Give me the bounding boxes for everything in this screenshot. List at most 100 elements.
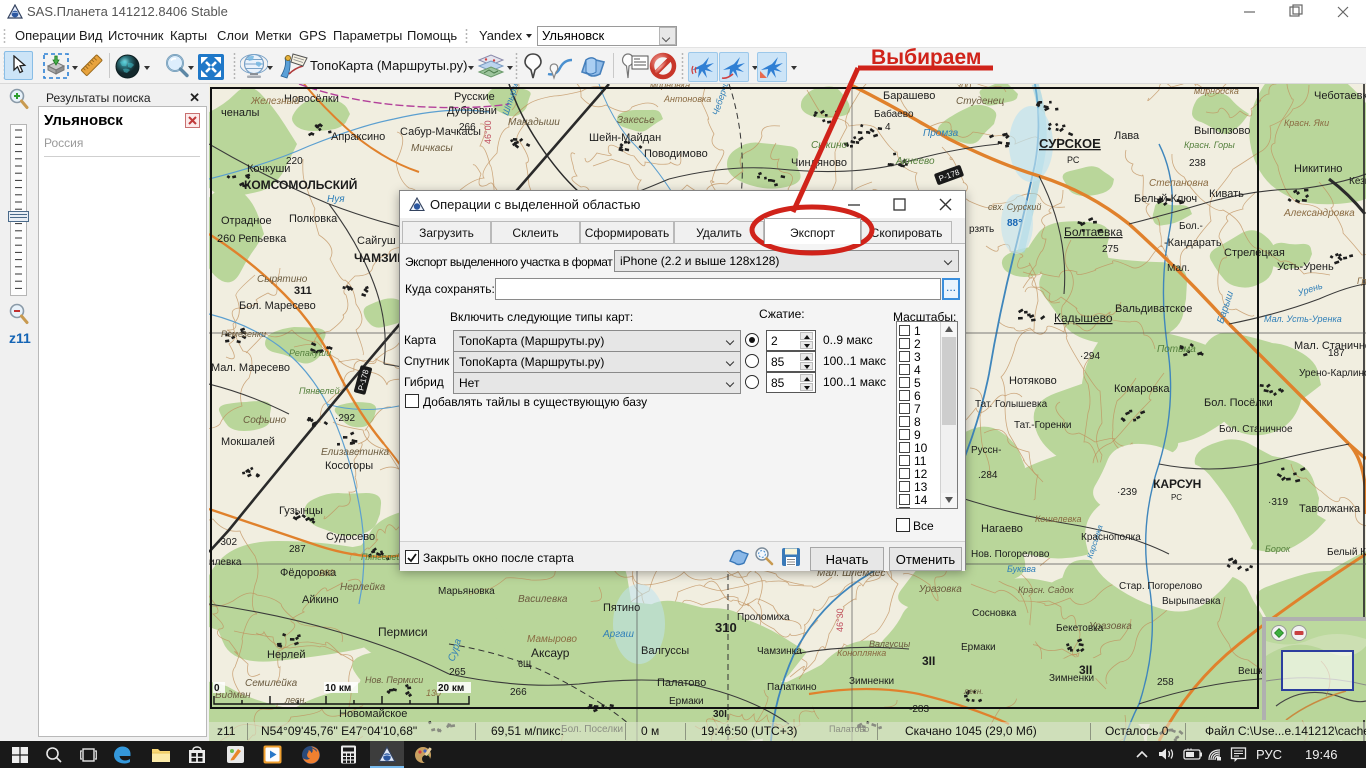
svg-text:Ермаки: Ермаки: [961, 642, 996, 653]
svg-text:Репакуши: Репакуши: [289, 348, 331, 358]
svg-text:Василевка: Василевка: [518, 594, 568, 605]
svg-text:Мамырово: Мамырово: [527, 634, 577, 645]
svg-text:Нерлейка: Нерлейка: [340, 582, 386, 593]
svg-text:Нов. Пермиси: Нов. Пермиси: [365, 675, 423, 685]
svg-text:Борок: Борок: [1265, 544, 1291, 554]
svg-text:Айкино: Айкино: [302, 594, 339, 606]
svg-text:Русские: Русские: [454, 91, 495, 103]
svg-text:Палатово: Палатово: [657, 677, 706, 689]
svg-text:Косогоры: Косогоры: [325, 460, 373, 472]
svg-text:Руссн-: Руссн-: [971, 445, 1001, 456]
svg-text:Бол. Посёлки: Бол. Посёлки: [1204, 397, 1273, 409]
svg-text:Дубровни: Дубровни: [447, 105, 497, 117]
svg-text:88°: 88°: [1007, 218, 1022, 229]
svg-text:·239: ·239: [1117, 487, 1137, 498]
svg-text:Кадышево: Кадышево: [1054, 311, 1113, 325]
svg-text:Чиндяново: Чиндяново: [791, 157, 847, 169]
svg-text:Чеботаевка: Чеботаевка: [1314, 90, 1366, 102]
svg-text:46°00: 46°00: [483, 120, 493, 144]
svg-text:ченалы: ченалы: [221, 107, 259, 119]
svg-text:Тат.-Горенки: Тат.-Горенки: [1014, 420, 1072, 431]
svg-text:Елизаветинка: Елизаветинка: [321, 447, 390, 458]
svg-text:Сайгуш: Сайгуш: [357, 235, 396, 247]
svg-text:Поводимово: Поводимово: [644, 148, 708, 160]
svg-text:Кочкуши: Кочкуши: [247, 163, 290, 175]
svg-text:·294: ·294: [1080, 351, 1100, 362]
svg-text:Мал. Усть-Уренка: Мал. Усть-Уренка: [1264, 314, 1342, 324]
svg-text:Бабаево: Бабаево: [874, 108, 914, 120]
svg-text:-Кандарать: -Кандарать: [1164, 237, 1222, 249]
svg-text:-302: -302: [217, 537, 237, 548]
svg-text:Шейн-Майдан: Шейн-Майдан: [589, 132, 661, 144]
svg-text:3ΙΙ: 3ΙΙ: [1079, 663, 1092, 677]
svg-text:Полковка: Полковка: [289, 213, 338, 225]
svg-text:Железный: Железный: [250, 96, 300, 107]
svg-text:0: 0: [214, 683, 220, 694]
svg-text:Красн. Горы: Красн. Горы: [1184, 140, 1235, 150]
svg-text:Букава: Букава: [1007, 564, 1036, 574]
svg-text:СУРСКОЕ: СУРСКОЕ: [1039, 136, 1101, 151]
svg-text:3ΙΙ: 3ΙΙ: [922, 654, 935, 668]
svg-text:265: 265: [449, 667, 466, 678]
svg-text:Красн. Яки: Красн. Яки: [1284, 118, 1329, 128]
svg-text:Бекетовка: Бекетовка: [1056, 623, 1104, 634]
svg-text:Проломиха: Проломиха: [737, 612, 790, 623]
svg-text:30Ι: 30Ι: [713, 709, 727, 720]
svg-text:илевка: илевка: [209, 557, 242, 568]
svg-text:Таволжанка: Таволжанка: [1299, 503, 1361, 515]
svg-text:Александровка: Александровка: [1283, 208, 1355, 219]
svg-text:Лава: Лава: [1114, 130, 1140, 142]
svg-text:275: 275: [1102, 244, 1119, 255]
svg-text:6Щ: 6Щ: [518, 659, 532, 669]
svg-text:Мокшалей: Мокшалей: [221, 436, 275, 448]
svg-text:свх. Сурский: свх. Сурский: [988, 202, 1041, 212]
svg-text:Краснополка: Краснополка: [1081, 532, 1141, 543]
svg-text:Пянвелей: Пянвелей: [299, 386, 340, 396]
svg-text:Болтаевка: Болтаевка: [1064, 225, 1123, 239]
svg-text:Апраксино: Апраксино: [331, 131, 385, 143]
svg-text:Грязнуха: Грязнуха: [1357, 276, 1366, 286]
svg-text:Сюкино: Сюкино: [811, 140, 848, 151]
svg-text:Вальдиватское: Вальдиватское: [1115, 303, 1192, 315]
svg-text:Марьяновка: Марьяновка: [438, 586, 495, 597]
svg-text:Пермиси: Пермиси: [378, 625, 428, 639]
svg-text:Студенец: Студенец: [956, 96, 1004, 107]
svg-text:Мал. Маресево: Мал. Маресево: [211, 362, 290, 374]
svg-text:РС: РС: [1171, 493, 1182, 502]
svg-text:Стрелецкая: Стрелецкая: [1224, 247, 1285, 259]
svg-text:Семилейка: Семилейка: [245, 678, 298, 689]
svg-text:Вырыпаевка: Вырыпаевка: [1162, 596, 1221, 607]
svg-text:200: 200: [318, 568, 334, 578]
svg-text:КАРСУН: КАРСУН: [1153, 477, 1201, 491]
svg-text:Новомайское: Новомайское: [339, 708, 407, 720]
svg-text:Потьма: Потьма: [1157, 344, 1196, 355]
svg-text:Бол.-: Бол.-: [1179, 221, 1203, 232]
svg-text:Барашево: Барашево: [883, 90, 935, 102]
svg-text:Сабур-Мачкасы: Сабур-Мачкасы: [400, 126, 481, 138]
svg-text:Комаровка: Комаровка: [1114, 383, 1170, 395]
svg-text:187: 187: [1328, 348, 1345, 359]
svg-text:Нерлей: Нерлей: [267, 649, 305, 661]
svg-text:287: 287: [289, 544, 306, 555]
svg-text:Уразовка: Уразовка: [918, 584, 962, 595]
svg-text:Гузынцы: Гузынцы: [279, 505, 323, 517]
svg-text:Аксаур: Аксаур: [531, 646, 570, 660]
svg-text:рзять: рзять: [969, 224, 994, 235]
svg-text:310: 310: [715, 620, 737, 635]
svg-text:Манадыши: Манадыши: [508, 117, 560, 128]
svg-text:Чамзинка: Чамзинка: [757, 646, 802, 657]
svg-text:10 км: 10 км: [325, 683, 351, 694]
svg-text:·292: ·292: [335, 413, 355, 424]
svg-text:Выползово: Выползово: [1194, 125, 1250, 137]
svg-text:Закесье: Закесье: [617, 115, 655, 126]
svg-text:311: 311: [294, 285, 312, 297]
svg-text:Промза: Промза: [923, 128, 959, 139]
svg-text:Никитино: Никитино: [1294, 163, 1342, 175]
svg-text:Усть-Урень: Усть-Урень: [1277, 261, 1334, 273]
svg-text:Зимненки: Зимненки: [849, 676, 894, 687]
svg-text:Отрадное: Отрадное: [221, 215, 272, 227]
svg-text:Сырятино: Сырятино: [257, 274, 308, 285]
svg-text:Степановна: Степановна: [1149, 178, 1209, 189]
svg-text:Белый К: Белый К: [1327, 547, 1366, 558]
svg-text:-283: -283: [909, 704, 929, 715]
